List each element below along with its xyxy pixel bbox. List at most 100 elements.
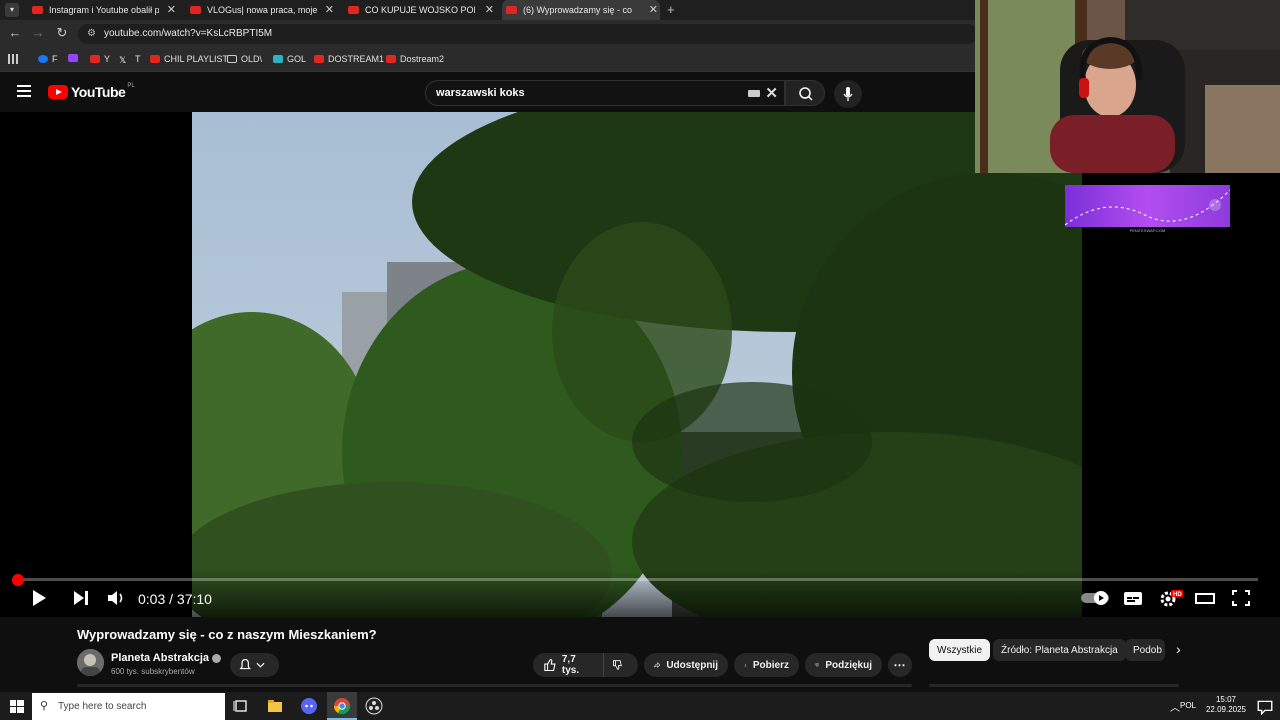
new-tab-icon[interactable]: + [667, 2, 675, 17]
discord-icon[interactable] [300, 697, 318, 715]
autoplay-toggle[interactable] [1080, 588, 1112, 608]
tab-title: (6) Wyprowadzamy się - co z na [523, 5, 633, 15]
tray-chevron-up-icon[interactable]: ︿ [1170, 699, 1180, 714]
x-logo-icon: 𝕏 [119, 55, 127, 65]
input-language[interactable]: POL [1180, 701, 1196, 710]
bell-icon [239, 659, 265, 670]
bookmark-youtube[interactable]: Y [90, 54, 110, 64]
progress-bar[interactable] [18, 578, 1258, 581]
close-tab-icon[interactable]: ✕ [325, 3, 334, 16]
chip-all[interactable]: Wszystkie [929, 639, 990, 661]
video-meta-section: Wyprowadzamy się - co z naszym Mieszkani… [0, 617, 1280, 687]
bookmark-label: Y [104, 54, 111, 64]
search-icon [799, 87, 813, 101]
svg-text:$: $ [817, 665, 818, 667]
file-explorer-icon[interactable] [266, 697, 284, 715]
thanks-button[interactable]: $ Podziękuj [805, 653, 882, 677]
close-tab-icon[interactable]: ✕ [485, 3, 494, 16]
search-placeholder: Type here to search [58, 701, 147, 712]
channel-name-row[interactable]: Planeta Abstrakcja [111, 652, 222, 664]
chip-similar[interactable]: Podob [1125, 639, 1165, 661]
taskbar-search-input[interactable]: ⚲ Type here to search [32, 693, 225, 720]
progress-scrubber-handle[interactable] [12, 574, 24, 586]
fullscreen-icon[interactable] [1230, 588, 1252, 608]
tab-list-dropdown-icon[interactable]: ▾ [5, 3, 19, 17]
site-info-icon[interactable]: ⚙ [87, 24, 96, 44]
notification-bell-button[interactable] [230, 653, 279, 677]
forward-arrow-icon[interactable]: → [29, 25, 47, 40]
bookmark-label: DOSTREAM1 [328, 54, 385, 64]
close-tab-icon[interactable]: ✕ [649, 3, 658, 16]
more-horizontal-icon: ⋯ [893, 658, 907, 672]
subscriber-count: 600 tys. subskrybentów [111, 667, 195, 676]
bookmark-chil-playlist[interactable]: CHIL PLAYLIST [150, 54, 228, 64]
windows-start-icon[interactable] [8, 697, 26, 715]
search-query-text: warszawski koks [436, 87, 525, 99]
play-icon[interactable] [28, 588, 50, 608]
reload-icon[interactable]: ↻ [53, 25, 71, 41]
share-button[interactable]: Udostępnij [644, 653, 728, 677]
thanks-heart-icon: $ [815, 663, 820, 667]
system-clock[interactable]: 15:07 22.09.2025 [1206, 695, 1246, 715]
back-arrow-icon[interactable]: ← [6, 25, 24, 40]
facebook-icon [38, 55, 48, 63]
sponsor-banner [1065, 185, 1230, 227]
bookmark-label: GOL [287, 54, 307, 64]
bookmark-x[interactable]: 𝕏T [119, 54, 141, 65]
channel-avatar[interactable] [77, 649, 104, 676]
notification-center-icon[interactable] [1256, 698, 1274, 716]
chips-next-arrow-icon[interactable]: › [1176, 641, 1181, 657]
bookmark-dostream1[interactable]: DOSTREAM1 [314, 54, 384, 64]
bookmark-facebook[interactable]: F [38, 54, 58, 64]
bookmark-dostream2[interactable]: Dostream2 [386, 54, 444, 64]
gol-icon [273, 55, 283, 63]
thanks-label: Podziękuj [825, 659, 872, 671]
settings-gear-icon[interactable]: HD [1158, 588, 1184, 608]
clear-search-icon[interactable]: ✕ [765, 82, 778, 106]
search-input[interactable]: warszawski koks ✕ [425, 80, 785, 106]
search-button[interactable] [785, 80, 825, 106]
region-code: PL [127, 83, 135, 89]
subtitles-icon[interactable] [1122, 588, 1144, 608]
download-button[interactable]: Pobierz [734, 653, 799, 677]
chrome-icon[interactable] [333, 697, 351, 715]
youtube-icon [314, 55, 324, 63]
voice-search-button[interactable] [834, 80, 862, 108]
video-title: Wyprowadzamy się - co z naszym Mieszkani… [77, 627, 377, 642]
next-video-icon[interactable] [70, 588, 92, 608]
like-button[interactable]: 7,7 tys. [533, 653, 603, 677]
close-tab-icon[interactable]: ✕ [167, 3, 176, 16]
chip-source-channel[interactable]: Źródło: Planeta Abstrakcja [993, 639, 1126, 661]
share-label: Udostępnij [666, 659, 718, 671]
volume-icon[interactable] [105, 588, 127, 608]
browser-tab-1[interactable]: Instagram i Youtube obalił pańs ✕ [28, 0, 178, 20]
like-count: 7,7 tys. [561, 654, 580, 676]
browser-tab-3[interactable]: CO KUPUJE WOJSKO POLSKIE ✕ [344, 0, 496, 20]
browser-tab-4-active[interactable]: (6) Wyprowadzamy się - co z na ✕ [502, 0, 660, 20]
youtube-logo[interactable]: YouTube PL [48, 83, 135, 100]
theater-mode-icon[interactable] [1194, 588, 1216, 608]
browser-tab-2[interactable]: VLOGus| nowa praca, moje prze ✕ [186, 0, 336, 20]
bookmark-old-folder[interactable]: OLD\ [227, 54, 262, 64]
bookmark-label: Dostream2 [400, 54, 445, 64]
avatar-image [77, 649, 104, 676]
obs-studio-icon[interactable] [365, 697, 383, 715]
task-view-icon[interactable] [232, 697, 250, 715]
chip-label: Wszystkie [937, 644, 982, 656]
chip-label: Podob [1133, 644, 1162, 656]
keyboard-icon[interactable] [748, 90, 760, 97]
bookmark-label: T [135, 54, 141, 64]
twitch-icon [68, 54, 78, 62]
channel-name: Planeta Abstrakcja [111, 652, 210, 664]
hamburger-menu-icon[interactable] [17, 85, 31, 97]
svg-text:HD: HD [1173, 592, 1182, 598]
dislike-button[interactable] [603, 653, 638, 677]
bookmark-twitch[interactable] [68, 54, 82, 62]
video-player[interactable] [192, 112, 1082, 617]
sidebar-divider [929, 684, 1179, 687]
apps-grid-icon[interactable] [8, 54, 18, 64]
url-field[interactable]: ⚙ youtube.com/watch?v=KsLcRBPTI5M [78, 24, 978, 44]
more-actions-button[interactable]: ⋯ [888, 653, 912, 677]
bookmark-gol[interactable]: GOL [273, 54, 306, 64]
youtube-favicon-icon [506, 6, 517, 14]
